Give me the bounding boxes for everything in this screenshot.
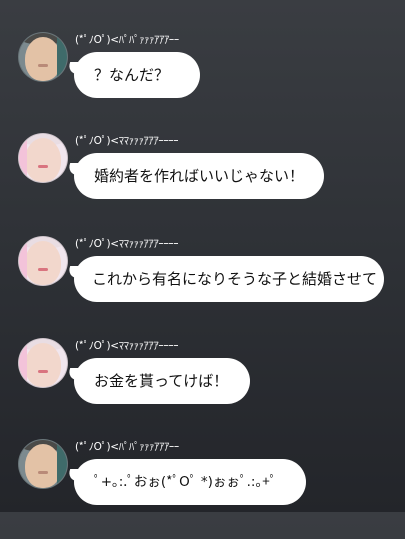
message-row: (*ﾟﾉOﾟ)<ﾏﾏｧｧｧｱｱｱｰｰｰｰ お金を貰ってけば！ — [0, 338, 405, 438]
sender-name: (*ﾟﾉOﾟ)<ﾏﾏｧｧｧｱｱｱｰｰｰｰ — [75, 340, 179, 352]
message-row: (*ﾟﾉOﾟ)<ﾊﾟﾊﾟｧｧｧｱｱｱｰｰ ﾟ+｡:.ﾟおぉ(*ﾟOﾟ *)ぉぉﾟ… — [0, 439, 405, 539]
sender-name: (*ﾟﾉOﾟ)<ﾊﾟﾊﾟｧｧｧｱｱｱｰｰ — [75, 34, 179, 46]
message-bubble[interactable]: ﾟ+｡:.ﾟおぉ(*ﾟOﾟ *)ぉぉﾟ.:｡+ﾟ — [74, 459, 306, 505]
message-bubble[interactable]: 婚約者を作ればいいじゃない！ — [74, 153, 324, 199]
message-row: (*ﾟﾉOﾟ)<ﾊﾟﾊﾟｧｧｧｱｱｱｰｰ ？なんだ？ — [0, 32, 405, 132]
chat-log: (*ﾟﾉOﾟ)<ﾊﾟﾊﾟｧｧｧｱｱｱｰｰ ？なんだ？ (*ﾟﾉOﾟ)<ﾏﾏｧｧｧ… — [0, 0, 405, 512]
father-avatar[interactable] — [18, 439, 68, 489]
sender-name: (*ﾟﾉOﾟ)<ﾏﾏｧｧｧｱｱｱｰｰｰｰ — [75, 238, 179, 250]
mother-avatar[interactable] — [18, 236, 68, 286]
message-bubble[interactable]: これから有名になりそうな子と結婚させて — [74, 256, 384, 302]
sender-name: (*ﾟﾉOﾟ)<ﾊﾟﾊﾟｧｧｧｱｱｱｰｰ — [75, 441, 179, 453]
sender-name: (*ﾟﾉOﾟ)<ﾏﾏｧｧｧｱｱｱｰｰｰｰ — [75, 135, 179, 147]
message-row: (*ﾟﾉOﾟ)<ﾏﾏｧｧｧｱｱｱｰｰｰｰ これから有名になりそうな子と結婚させて — [0, 236, 405, 336]
message-row: (*ﾟﾉOﾟ)<ﾏﾏｧｧｧｱｱｱｰｰｰｰ 婚約者を作ればいいじゃない！ — [0, 133, 405, 233]
mother-avatar[interactable] — [18, 338, 68, 388]
mother-avatar[interactable] — [18, 133, 68, 183]
father-avatar[interactable] — [18, 32, 68, 82]
message-bubble[interactable]: ？なんだ？ — [74, 52, 200, 98]
message-bubble[interactable]: お金を貰ってけば！ — [74, 358, 250, 404]
